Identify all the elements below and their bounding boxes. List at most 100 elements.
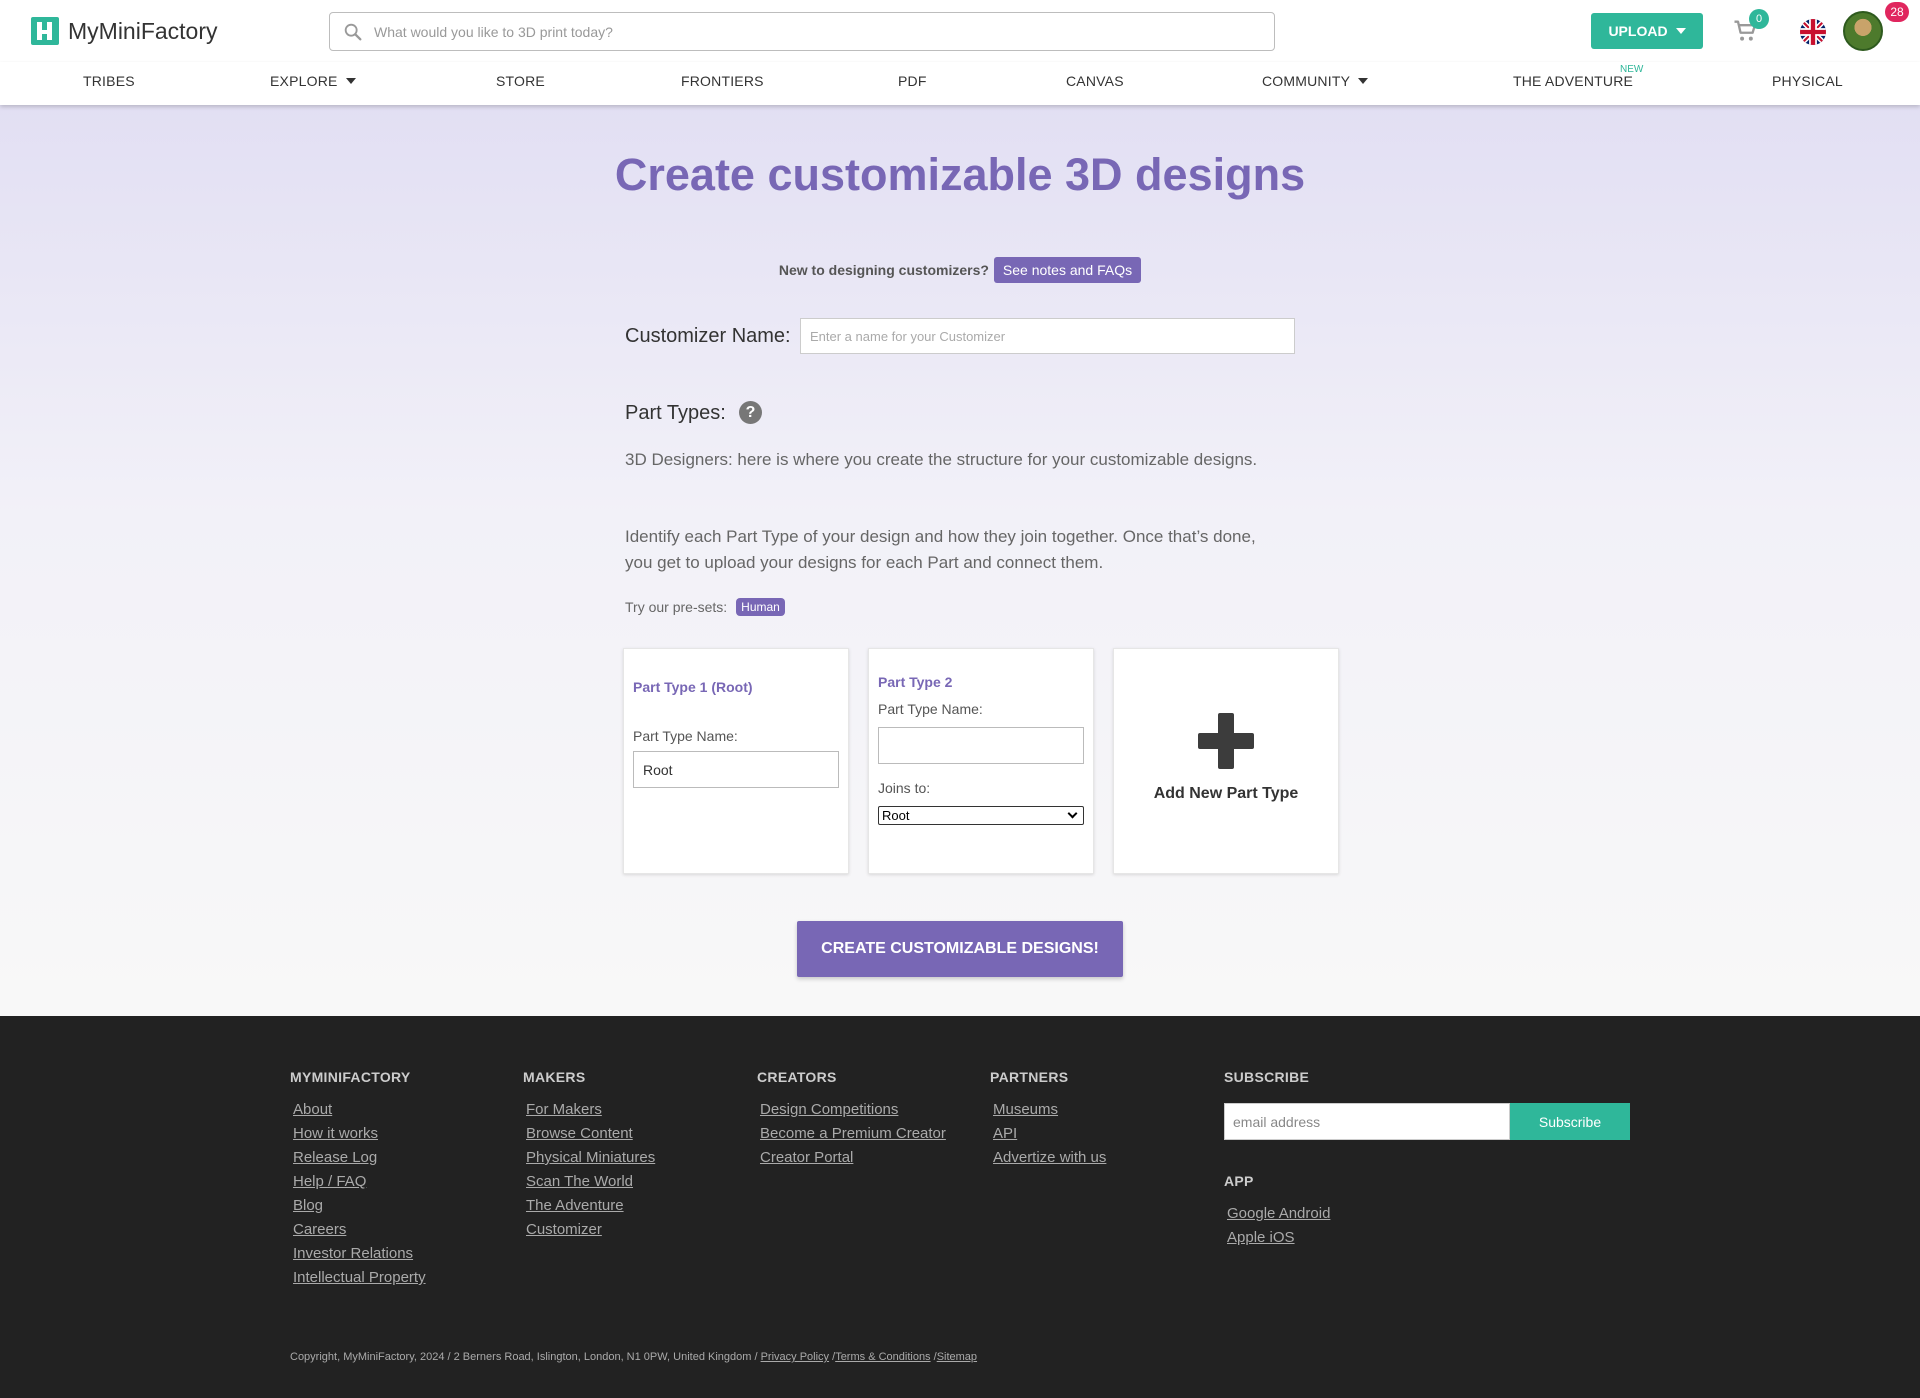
footer-heading: CREATORS	[757, 1069, 837, 1085]
footer-heading: APP	[1224, 1173, 1254, 1189]
search-bar[interactable]	[329, 12, 1275, 51]
footer-link-about[interactable]: About	[293, 1101, 426, 1125]
nav-community-label: COMMUNITY	[1262, 73, 1351, 89]
chevron-down-icon	[1067, 808, 1078, 819]
footer-col-myminifactory: MYMINIFACTORY About How it works Release…	[290, 1069, 426, 1293]
nav-pdf[interactable]: PDF	[898, 73, 927, 89]
logo-text: MyMiniFactory	[68, 17, 218, 44]
footer-link-museums[interactable]: Museums	[993, 1101, 1106, 1125]
part-type-name-label: Part Type Name:	[878, 701, 983, 717]
nav-frontiers[interactable]: FRONTIERS	[681, 73, 764, 89]
footer-link-api[interactable]: API	[993, 1125, 1106, 1149]
footer-link-intellectual-property[interactable]: Intellectual Property	[293, 1269, 426, 1293]
part-type-name-label: Part Type Name:	[633, 728, 738, 744]
presets-row: Try our pre-sets: Human	[625, 598, 785, 616]
footer-link-creator-portal[interactable]: Creator Portal	[760, 1149, 946, 1173]
footer-col-partners: PARTNERS Museums API Advertize with us	[990, 1069, 1106, 1173]
footer-link-scan-the-world[interactable]: Scan The World	[526, 1173, 655, 1197]
footer-link-careers[interactable]: Careers	[293, 1221, 426, 1245]
customizer-name-input[interactable]	[800, 318, 1295, 354]
subscribe-button[interactable]: Subscribe	[1510, 1103, 1630, 1140]
faq-button[interactable]: See notes and FAQs	[993, 257, 1142, 283]
caret-down-icon	[345, 78, 356, 84]
nav-pdf-label: PDF	[898, 73, 927, 89]
footer-col-makers: MAKERS For Makers Browse Content Physica…	[523, 1069, 655, 1245]
description-1: 3D Designers: here is where you create t…	[625, 450, 1258, 469]
footer-heading: MYMINIFACTORY	[290, 1069, 411, 1085]
add-new-part-type-label: Add New Part Type	[1153, 785, 1299, 802]
uk-flag-icon[interactable]	[1800, 19, 1826, 45]
footer-link-design-competitions[interactable]: Design Competitions	[760, 1101, 946, 1125]
main-content: Create customizable 3D designs New to de…	[0, 105, 1920, 1016]
footer-link-apple-ios[interactable]: Apple iOS	[1227, 1229, 1330, 1253]
sitemap-link[interactable]: Sitemap	[937, 1351, 977, 1363]
footer-link-investor-relations[interactable]: Investor Relations	[293, 1245, 426, 1269]
footer-link-google-android[interactable]: Google Android	[1227, 1205, 1330, 1229]
footer-link-the-adventure[interactable]: The Adventure	[526, 1197, 655, 1221]
nav-tribes-label: TRIBES	[83, 73, 135, 89]
customizer-name-label: Customizer Name:	[625, 325, 791, 347]
nav-the-adventure-label: THE ADVENTURE	[1513, 73, 1634, 89]
upload-label: UPLOAD	[1608, 23, 1668, 39]
footer-link-advertize[interactable]: Advertize with us	[993, 1149, 1106, 1173]
part-type-name-input[interactable]	[878, 727, 1084, 764]
subscribe-form: Subscribe	[1224, 1103, 1630, 1140]
main-nav: TRIBES EXPLORE STORE FRONTIERS PDF CANVA…	[0, 62, 1920, 105]
upload-button[interactable]: UPLOAD	[1591, 13, 1703, 49]
footer-link-release-log[interactable]: Release Log	[293, 1149, 426, 1173]
footer-link-customizer[interactable]: Customizer	[526, 1221, 655, 1245]
user-avatar[interactable]	[1843, 11, 1883, 51]
logo-icon	[31, 17, 59, 45]
footer-heading: MAKERS	[523, 1069, 586, 1085]
part-type-card-2: Part Type 2 Part Type Name: Joins to: Ro…	[868, 648, 1094, 874]
nav-store-label: STORE	[496, 73, 545, 89]
notification-badge: 28	[1885, 2, 1909, 22]
new-badge: NEW	[1620, 64, 1644, 75]
footer-col-app: APP Google Android Apple iOS	[1224, 1173, 1330, 1253]
nav-physical[interactable]: PHYSICAL	[1772, 73, 1843, 89]
create-customizable-designs-button[interactable]: CREATE CUSTOMIZABLE DESIGNS!	[797, 921, 1123, 977]
nav-explore-label: EXPLORE	[270, 73, 338, 89]
nav-physical-label: PHYSICAL	[1772, 73, 1843, 89]
search-input[interactable]	[374, 23, 1254, 40]
footer-link-help-faq[interactable]: Help / FAQ	[293, 1173, 426, 1197]
nav-canvas[interactable]: CANVAS	[1066, 73, 1124, 89]
faq-row: New to designing customizers? See notes …	[0, 257, 1920, 283]
site-footer: MYMINIFACTORY About How it works Release…	[0, 1016, 1920, 1398]
footer-col-creators: CREATORS Design Competitions Become a Pr…	[757, 1069, 946, 1173]
nav-store[interactable]: STORE	[496, 73, 545, 89]
card-title: Part Type 2	[878, 674, 953, 690]
preset-human-chip[interactable]: Human	[736, 598, 785, 616]
faq-prompt: New to designing customizers?	[778, 262, 989, 278]
footer-link-for-makers[interactable]: For Makers	[526, 1101, 655, 1125]
caret-down-icon	[1358, 78, 1369, 84]
footer-link-browse-content[interactable]: Browse Content	[526, 1125, 655, 1149]
description-2: Identify each Part Type of your design a…	[625, 527, 1256, 572]
copyright-text: Copyright, MyMiniFactory, 2024 / 2 Berne…	[290, 1351, 758, 1363]
subscribe-email-input[interactable]	[1224, 1103, 1510, 1140]
help-icon[interactable]: ?	[739, 401, 762, 424]
part-type-card-1: Part Type 1 (Root) Part Type Name:	[623, 648, 849, 874]
site-logo[interactable]: MyMiniFactory	[31, 17, 218, 45]
page-title: Create customizable 3D designs	[614, 149, 1306, 200]
footer-link-physical-miniatures[interactable]: Physical Miniatures	[526, 1149, 655, 1173]
footer-col-subscribe: SUBSCRIBE	[1224, 1069, 1309, 1101]
privacy-policy-link[interactable]: Privacy Policy	[761, 1351, 829, 1363]
caret-down-icon	[1675, 28, 1686, 34]
part-type-name-input[interactable]	[633, 751, 839, 788]
footer-link-become-premium-creator[interactable]: Become a Premium Creator	[760, 1125, 946, 1149]
nav-frontiers-label: FRONTIERS	[681, 73, 764, 89]
nav-explore[interactable]: EXPLORE	[270, 73, 356, 89]
cart-count-badge: 0	[1749, 9, 1769, 29]
footer-link-blog[interactable]: Blog	[293, 1197, 426, 1221]
joins-to-select[interactable]: Root	[878, 806, 1084, 825]
copyright: Copyright, MyMiniFactory, 2024 / 2 Berne…	[290, 1351, 978, 1363]
joins-to-label: Joins to:	[878, 780, 931, 796]
nav-community[interactable]: COMMUNITY	[1262, 73, 1369, 89]
add-new-part-type-card[interactable]: Add New Part Type	[1113, 648, 1339, 874]
footer-link-how-it-works[interactable]: How it works	[293, 1125, 426, 1149]
nav-tribes[interactable]: TRIBES	[83, 73, 135, 89]
nav-the-adventure[interactable]: THE ADVENTURE	[1513, 73, 1633, 89]
terms-link[interactable]: Terms & Conditions	[835, 1351, 930, 1363]
search-icon	[344, 23, 362, 40]
